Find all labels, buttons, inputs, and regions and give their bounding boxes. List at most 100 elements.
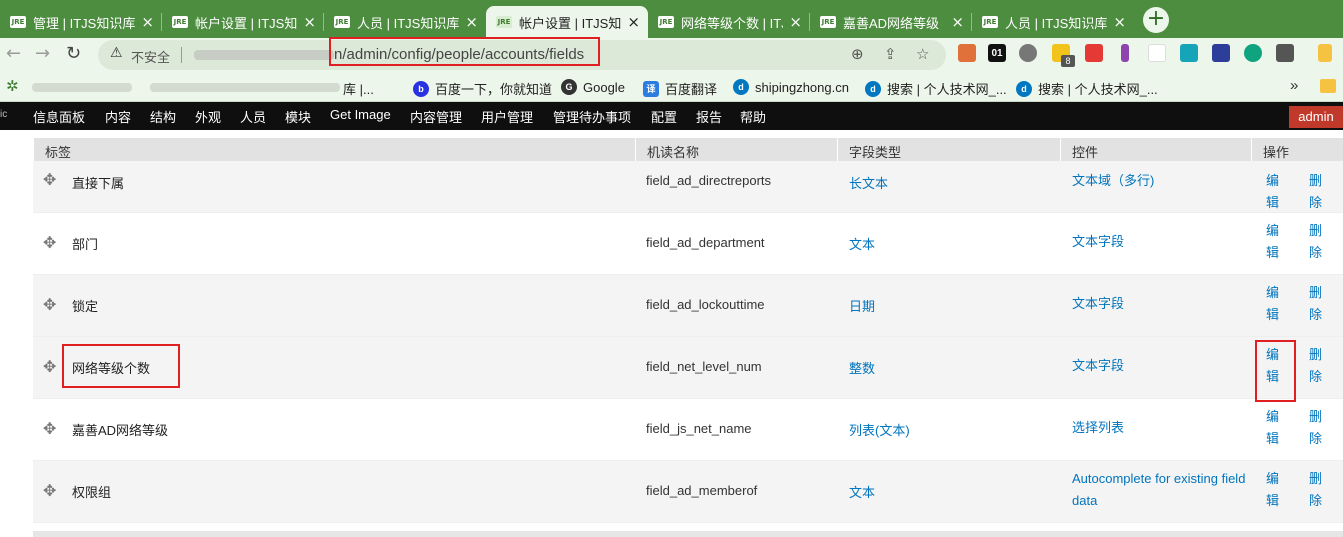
extension-01-icon[interactable]: 01 [988,44,1006,62]
dice-extension-icon[interactable] [1085,44,1103,62]
puzzle-extensions-icon[interactable] [1276,44,1294,62]
tab-close-icon[interactable]: × [303,13,316,31]
security-status-label[interactable]: 不安全 [131,47,170,66]
widget-link[interactable]: Autocomplete for existing field data [1072,468,1250,512]
field-type-link[interactable]: 文本 [849,234,875,253]
site-favicon-icon: JRE [172,16,188,28]
bookmark-item[interactable]: G Google [561,79,625,95]
edit-link[interactable]: 编辑 [1266,406,1282,450]
menu-item-todo[interactable]: 管理待办事项 [553,107,631,126]
menu-item-structure[interactable]: 结构 [150,107,176,126]
screen-extension-icon[interactable] [1180,44,1198,62]
new-tab-button[interactable]: + [1143,7,1169,33]
browser-tab[interactable]: JRE 帐户设置 | ITJS知识 × [162,6,324,38]
field-type-link[interactable]: 整数 [849,358,875,377]
delete-link[interactable]: 删除 [1309,406,1325,450]
tab-close-icon[interactable]: × [789,13,802,31]
zoom-icon[interactable]: ⊕ [851,45,864,63]
delete-link[interactable]: 删除 [1309,220,1325,264]
tab-close-icon[interactable]: × [951,13,964,31]
widget-link[interactable]: 文本域（多行) [1072,170,1250,192]
drag-handle-icon[interactable]: ✥ [43,233,56,252]
menu-item-dashboard[interactable]: 信息面板 [33,107,85,126]
tab-close-icon[interactable]: × [1113,13,1126,31]
bookmark-item[interactable]: d shipingzhong.cn [733,79,849,95]
drag-handle-icon[interactable]: ✥ [43,481,56,500]
tampermonkey-icon[interactable] [958,44,976,62]
tab-title: 管理 | ITJS知识库 [33,15,136,31]
drag-handle-icon[interactable]: ✥ [43,419,56,438]
bookmark-item[interactable]: d 搜索 | 个人技术网_... [865,79,1007,98]
menu-item-modules[interactable]: 模块 [285,107,311,126]
drag-handle-icon[interactable]: ✥ [43,357,56,376]
delete-link[interactable]: 删除 [1309,468,1325,512]
baidu-icon: b [413,80,429,97]
field-type-link[interactable]: 列表(文本) [849,420,910,439]
bookmark-item[interactable]: 译 百度翻译 [643,79,717,98]
browser-tab[interactable]: JRE 网络等级个数 | ITJ × [648,6,810,38]
admin-user-button[interactable]: admin [1289,106,1343,128]
blank-extension-icon[interactable] [1148,44,1166,62]
url-highlight-box [329,37,600,66]
menu-item-user-management[interactable]: 用户管理 [481,107,533,126]
cube-extension-icon[interactable] [1212,44,1230,62]
menu-item-content[interactable]: 内容 [105,107,131,126]
menu-item-appearance[interactable]: 外观 [195,107,221,126]
tab-close-icon[interactable]: × [627,13,640,31]
menu-item-reports[interactable]: 报告 [696,107,722,126]
reload-icon[interactable]: ↻ [66,43,81,64]
tab-close-icon[interactable]: × [141,13,154,31]
menu-item-config[interactable]: 配置 [651,107,677,126]
edit-link[interactable]: 编辑 [1266,468,1282,512]
bookmark-star-icon[interactable]: ☆ [916,45,929,63]
browser-tab[interactable]: JRE 人员 | ITJS知识库 × [972,6,1134,38]
delete-link[interactable]: 删除 [1309,170,1325,214]
label-highlight-box [62,344,180,388]
widget-link[interactable]: 文本字段 [1072,355,1250,377]
horizontal-scrollbar[interactable] [33,531,1343,537]
profile-extension-icon[interactable] [1318,44,1332,62]
widget-link[interactable]: 文本字段 [1072,231,1250,253]
tab-close-icon[interactable]: × [465,13,478,31]
apps-grid-icon[interactable]: ✲ [6,77,19,95]
edit-link[interactable]: 编辑 [1266,170,1282,214]
table-row: ✥ 网络等级个数 field_net_level_num 整数 文本字段 编辑 … [33,337,1343,399]
machine-name: field_ad_department [646,235,765,250]
gear-extension-icon[interactable] [1019,44,1037,62]
field-type-link[interactable]: 文本 [849,482,875,501]
browser-tab[interactable]: JRE 嘉善AD网络等级 × [810,6,972,38]
widget-link[interactable]: 选择列表 [1072,417,1250,439]
bookmarks-overflow-icon[interactable]: » [1290,77,1298,94]
admin-logo[interactable]: ic [0,109,7,120]
edit-link[interactable]: 编辑 [1266,282,1282,326]
delete-link[interactable]: 删除 [1309,344,1325,388]
forward-arrow-icon[interactable]: → [35,43,50,64]
bookmark-folder-icon[interactable] [1320,79,1336,93]
tab-title: 网络等级个数 | ITJ [681,15,784,31]
gpt-extension-icon[interactable] [1244,44,1262,62]
menu-item-people[interactable]: 人员 [240,107,266,126]
menu-item-help[interactable]: 帮助 [740,107,766,126]
share-icon[interactable]: ⇪ [884,45,897,63]
browser-tab[interactable]: JRE 人员 | ITJS知识库 × [324,6,486,38]
menu-item-get-image[interactable]: Get Image [330,107,391,122]
drag-handle-icon[interactable]: ✥ [43,295,56,314]
field-type-link[interactable]: 长文本 [849,173,888,192]
machine-name: field_net_level_num [646,359,762,374]
drag-handle-icon[interactable]: ✥ [43,170,56,189]
delete-link[interactable]: 删除 [1309,282,1325,326]
bookmark-item[interactable]: b 百度一下，你就知道 [413,79,552,98]
warning-triangle-icon[interactable]: ⚠ [110,45,123,61]
drupal-icon: d [733,79,749,95]
bookmark-item[interactable]: d 搜索 | 个人技术网_... [1016,79,1158,98]
field-type-link[interactable]: 日期 [849,296,875,315]
feather-extension-icon[interactable] [1121,44,1129,62]
browser-tab-active[interactable]: JRE 帐户设置 | ITJS知识 × [486,6,648,38]
bookmark-item[interactable]: 库 |... [343,79,374,98]
menu-item-content-management[interactable]: 内容管理 [410,107,462,126]
bookmark-label: 百度一下，你就知道 [435,82,553,97]
back-arrow-icon[interactable]: ← [6,43,21,64]
edit-link[interactable]: 编辑 [1266,220,1282,264]
browser-tab[interactable]: JRE 管理 | ITJS知识库 × [0,6,162,38]
widget-link[interactable]: 文本字段 [1072,293,1250,315]
